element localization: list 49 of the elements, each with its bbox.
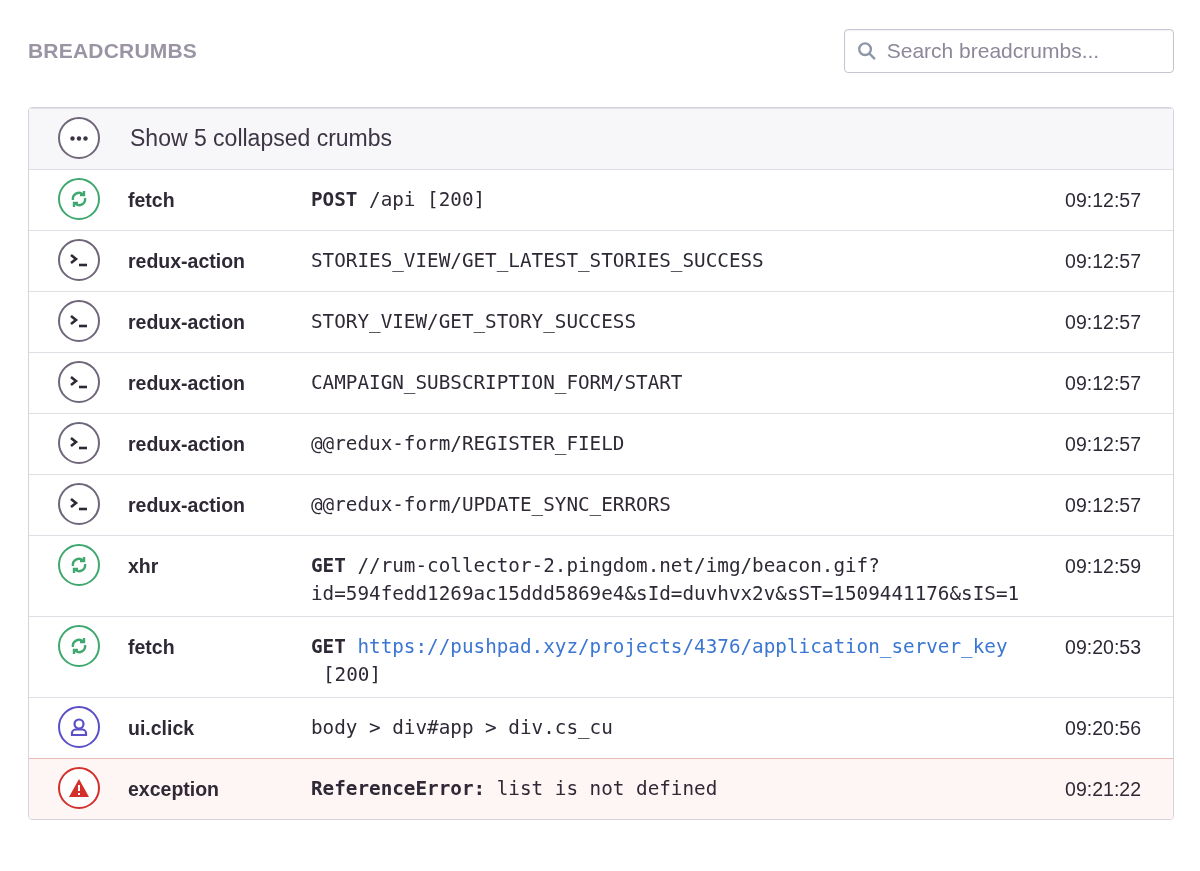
crumb-message: [200] bbox=[323, 663, 382, 686]
terminal-icon bbox=[69, 252, 89, 268]
http-method: GET bbox=[311, 635, 346, 658]
crumb-category: ui.click bbox=[128, 716, 196, 740]
user-icon bbox=[69, 717, 89, 737]
crumb-category: redux-action bbox=[128, 249, 247, 273]
terminal-icon bbox=[69, 374, 89, 390]
crumb-message: @@redux-form/UPDATE_SYNC_ERRORS bbox=[311, 493, 671, 516]
crumb-time: 09:12:57 bbox=[1065, 310, 1141, 334]
crumb-category: fetch bbox=[128, 635, 176, 659]
crumb-category: exception bbox=[128, 777, 221, 801]
crumb-message: GET //rum-collector-2.pingdom.net/img/beacon.gif? bbox=[311, 554, 880, 577]
refresh-icon bbox=[69, 555, 89, 575]
show-collapsed-button[interactable]: Show 5 collapsed crumbs bbox=[130, 123, 393, 153]
crumb-message: POST /api [200] bbox=[311, 188, 486, 211]
crumb-message: id=594fedd1269ac15ddd5869e4&sId=duvhvx2v&sST=1509441176&sIS=1 bbox=[311, 582, 1020, 605]
warning-icon bbox=[68, 778, 90, 798]
refresh-icon bbox=[69, 636, 89, 656]
crumb-time: 09:20:53 bbox=[1065, 635, 1141, 659]
terminal-icon bbox=[69, 435, 89, 451]
crumb-message: body > div#app > div.cs_cu bbox=[311, 716, 613, 739]
crumb-category: fetch bbox=[128, 188, 176, 212]
crumb-message: @@redux-form/REGISTER_FIELD bbox=[311, 432, 625, 455]
crumb-message: STORIES_VIEW/GET_LATEST_STORIES_SUCCESS bbox=[311, 249, 764, 272]
dots-icon bbox=[70, 135, 88, 141]
crumb-category: redux-action bbox=[128, 310, 247, 334]
terminal-icon bbox=[69, 496, 89, 512]
crumb-time: 09:12:57 bbox=[1065, 371, 1141, 395]
crumb-category: redux-action bbox=[128, 432, 247, 456]
crumb-time: 09:20:56 bbox=[1065, 716, 1141, 740]
crumb-message: CAMPAIGN_SUBSCRIPTION_FORM/START bbox=[311, 371, 683, 394]
crumb-message: STORY_VIEW/GET_STORY_SUCCESS bbox=[311, 310, 637, 333]
section-title: BREADCRUMBS bbox=[28, 39, 198, 63]
crumb-time: 09:12:59 bbox=[1065, 554, 1141, 578]
crumb-time: 09:21:22 bbox=[1065, 777, 1141, 801]
crumb-category: xhr bbox=[128, 554, 160, 578]
crumb-category: redux-action bbox=[128, 371, 247, 395]
search-icon bbox=[857, 40, 877, 62]
crumb-time: 09:12:57 bbox=[1065, 493, 1141, 517]
crumb-time: 09:12:57 bbox=[1065, 432, 1141, 456]
crumb-category: redux-action bbox=[128, 493, 247, 517]
crumb-message: ReferenceError: list is not defined bbox=[311, 777, 718, 800]
crumb-time: 09:12:57 bbox=[1065, 188, 1141, 212]
terminal-icon bbox=[69, 313, 89, 329]
url-link[interactable]: https://pushpad.xyz/projects/4376/application_server_key bbox=[357, 635, 1008, 658]
crumb-time: 09:12:57 bbox=[1065, 249, 1141, 273]
more-button[interactable] bbox=[58, 117, 100, 159]
search-field[interactable]: Search breadcrumbs... bbox=[844, 29, 1174, 73]
refresh-icon bbox=[69, 189, 89, 209]
